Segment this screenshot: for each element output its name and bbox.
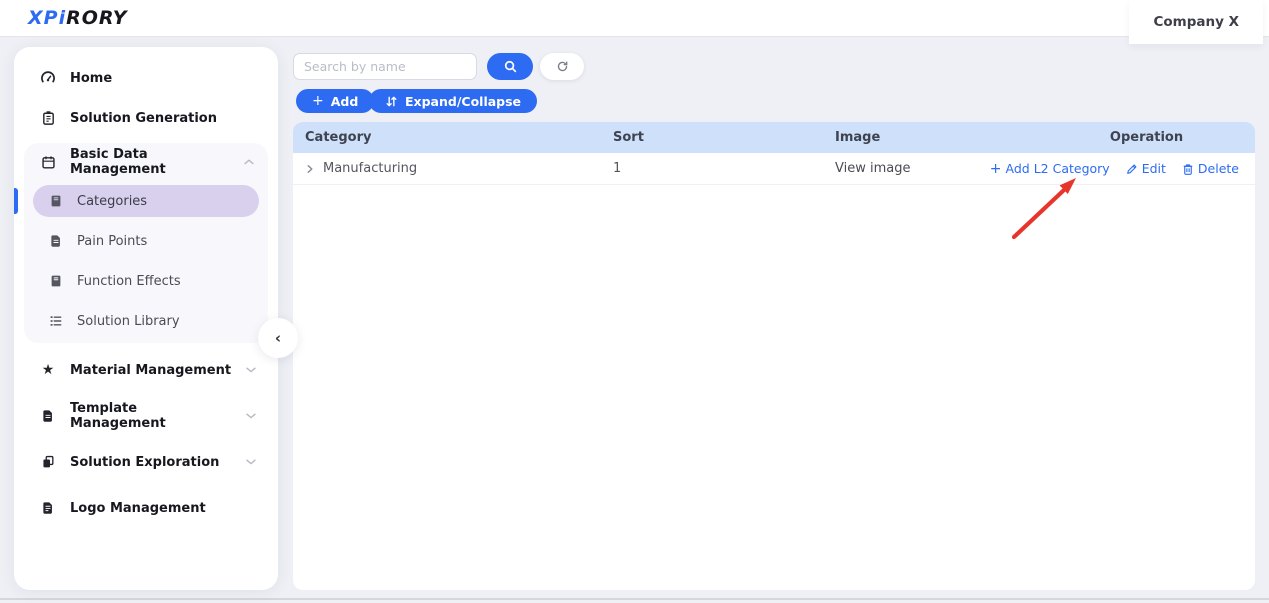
file-text-icon — [40, 500, 56, 516]
sidebar-item-label: Solution Generation — [70, 111, 217, 126]
sort-cell: 1 — [601, 161, 823, 176]
sidebar-item-label: Basic Data Management — [70, 147, 230, 177]
sidebar-item-label: Solution Library — [77, 314, 180, 329]
book-icon — [48, 274, 63, 289]
pencil-icon — [1126, 163, 1138, 175]
file-icon — [40, 408, 56, 424]
sidebar-item-logo-management[interactable]: Logo Management — [14, 493, 278, 523]
chevron-down-icon — [246, 367, 256, 373]
top-header: XPiRORY — [0, 0, 1269, 37]
clipboard-pen-icon — [40, 110, 56, 126]
sidebar-item-label: Material Management — [70, 363, 231, 378]
refresh-button[interactable] — [540, 53, 584, 80]
active-item-accent-bar — [14, 188, 18, 214]
logo-text-accent: XPi — [28, 7, 66, 29]
logo-text: RORY — [66, 7, 127, 29]
edit-label: Edit — [1142, 161, 1166, 176]
sidebar-item-solution-generation[interactable]: Solution Generation — [14, 103, 278, 133]
gauge-icon — [40, 70, 56, 86]
chevron-down-icon — [246, 459, 256, 465]
calendar-icon — [40, 154, 56, 170]
trash-icon — [1182, 163, 1194, 175]
sidebar-item-label: Logo Management — [70, 501, 206, 516]
refresh-icon — [556, 60, 569, 73]
category-cell: Manufacturing — [293, 161, 601, 176]
sidebar: Home Solution Generation Basic Data Mana… — [14, 47, 278, 590]
app-logo: XPiRORY — [28, 7, 128, 29]
column-header-category: Category — [293, 130, 601, 145]
sidebar-item-label: Solution Exploration — [70, 455, 219, 470]
search-button[interactable] — [487, 53, 533, 80]
star-icon: ★ — [40, 362, 56, 378]
expand-collapse-label: Expand/Collapse — [405, 94, 521, 109]
row-expand-chevron-icon[interactable] — [305, 164, 315, 174]
column-header-image: Image — [823, 130, 1038, 145]
file-icon — [48, 234, 63, 249]
categories-table: Category Sort Image Operation Manufactur… — [293, 122, 1255, 590]
table-header-row: Category Sort Image Operation — [293, 122, 1255, 153]
sidebar-item-label: Template Management — [70, 401, 232, 431]
copy-icon — [40, 454, 56, 470]
sidebar-item-solution-exploration[interactable]: Solution Exploration — [14, 447, 278, 477]
plus-icon: + — [312, 94, 324, 108]
sidebar-item-label: Categories — [77, 194, 147, 209]
search-icon — [503, 59, 518, 74]
sort-arrows-icon — [385, 95, 398, 108]
sidebar-item-template-management[interactable]: Template Management — [14, 401, 278, 431]
delete-link[interactable]: Delete — [1182, 161, 1239, 176]
sidebar-item-categories[interactable]: Categories — [33, 185, 259, 217]
sidebar-collapse-button[interactable]: ‹ — [258, 318, 298, 358]
horizontal-scrollbar-track[interactable] — [0, 598, 1269, 600]
company-selector[interactable]: Company X — [1129, 0, 1263, 44]
book-icon — [48, 194, 63, 209]
sidebar-item-label: Function Effects — [77, 274, 181, 289]
sidebar-item-label: Home — [70, 71, 112, 86]
sidebar-item-solution-library[interactable]: Solution Library — [33, 307, 259, 335]
sidebar-item-material-management[interactable]: ★ Material Management — [14, 355, 278, 385]
search-input[interactable] — [293, 53, 477, 80]
category-name: Manufacturing — [323, 161, 417, 176]
operation-cell: + Add L2 Category Edit — [1038, 161, 1255, 176]
add-l2-category-label: Add L2 Category — [1006, 161, 1110, 176]
table-body: Manufacturing 1 View image + Add L2 Cate… — [293, 153, 1255, 590]
delete-label: Delete — [1198, 161, 1239, 176]
chevron-down-icon — [246, 413, 256, 419]
list-icon — [48, 314, 63, 329]
column-header-sort: Sort — [601, 130, 823, 145]
sidebar-item-home[interactable]: Home — [14, 63, 278, 93]
sidebar-item-function-effects[interactable]: Function Effects — [33, 267, 259, 295]
edit-link[interactable]: Edit — [1126, 161, 1166, 176]
plus-icon: + — [990, 162, 1002, 176]
add-button[interactable]: + Add — [296, 89, 374, 113]
company-label: Company X — [1153, 14, 1239, 30]
sidebar-item-pain-points[interactable]: Pain Points — [33, 227, 259, 255]
table-row[interactable]: Manufacturing 1 View image + Add L2 Cate… — [293, 153, 1255, 185]
expand-collapse-button[interactable]: Expand/Collapse — [369, 89, 537, 113]
sidebar-item-basic-data-management[interactable]: Basic Data Management — [24, 147, 268, 177]
add-button-label: Add — [331, 94, 359, 109]
collapse-chevron-icon: ‹ — [275, 329, 281, 347]
sidebar-group-basic-data: Basic Data Management Categories Pa — [24, 143, 268, 343]
sidebar-item-label: Pain Points — [77, 234, 147, 249]
add-l2-category-link[interactable]: + Add L2 Category — [990, 161, 1110, 176]
column-header-operation: Operation — [1038, 130, 1255, 145]
chevron-up-icon — [244, 159, 254, 165]
